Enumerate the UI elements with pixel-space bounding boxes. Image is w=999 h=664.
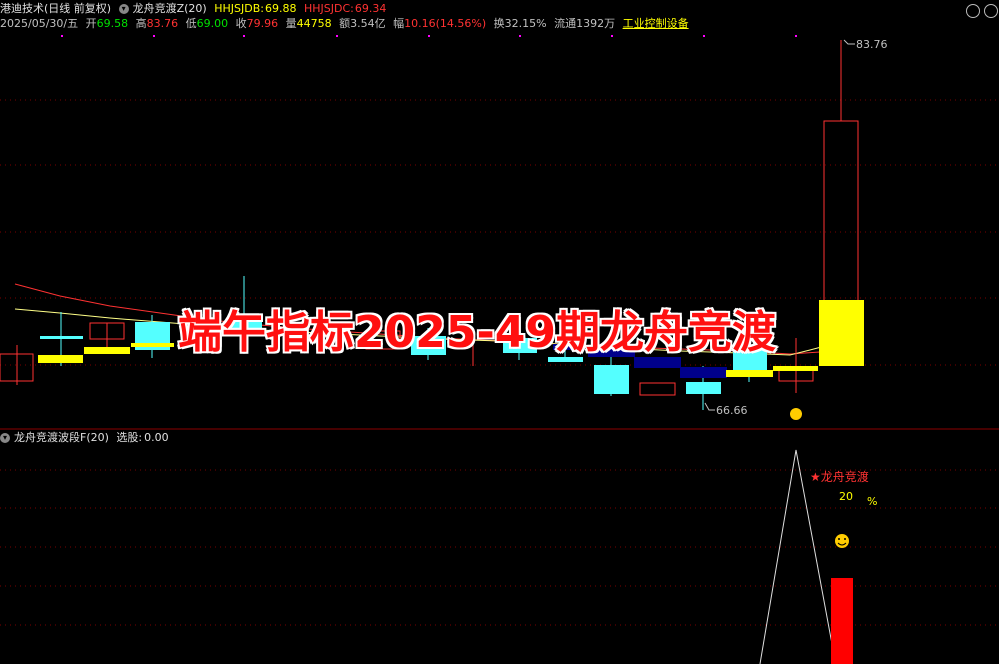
signal-value: 20 xyxy=(839,490,853,503)
smiley-icon xyxy=(835,534,849,548)
select-value: 0.00 xyxy=(144,431,169,444)
sub-indicator-name[interactable]: 龙舟竞渡波段F(20) xyxy=(14,431,109,444)
low-marker: 66.66 xyxy=(716,404,748,417)
sub-panel-header: ▾ 龙舟竞渡波段F(20) 选股: 0.00 xyxy=(0,431,173,445)
candle xyxy=(40,336,83,339)
signal-label: ★龙舟竞渡 xyxy=(810,470,869,484)
candle xyxy=(38,355,83,363)
select-label: 选股: xyxy=(116,431,143,444)
candle xyxy=(819,300,864,366)
candle xyxy=(726,370,773,377)
candle xyxy=(639,382,676,396)
date-markers xyxy=(61,35,797,37)
high-marker-line xyxy=(843,39,855,45)
high-marker: 83.76 xyxy=(856,38,888,51)
overlay-title: 端午指标2025-49期龙舟竞渡 xyxy=(177,306,778,360)
candle xyxy=(594,365,629,394)
signal-bar xyxy=(831,578,853,664)
signal-face-icon xyxy=(790,408,802,420)
candle xyxy=(773,366,818,371)
low-marker-line xyxy=(704,402,715,411)
candle xyxy=(680,367,727,378)
sub-indicator-menu-icon[interactable]: ▾ xyxy=(0,433,10,443)
candle xyxy=(686,382,721,394)
candle xyxy=(131,343,174,347)
candle xyxy=(84,347,130,354)
candle xyxy=(823,120,859,305)
signal-unit: % xyxy=(867,495,878,508)
